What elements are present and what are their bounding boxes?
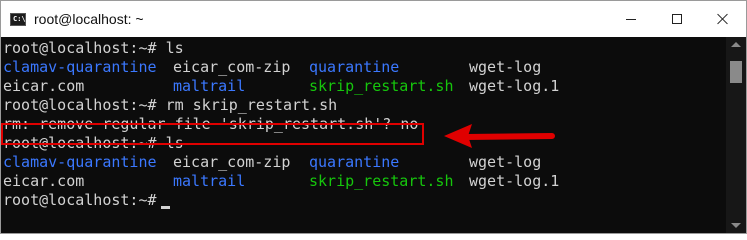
scrollbar-thumb[interactable] — [730, 61, 742, 83]
terminal-output[interactable]: root@localhost:~# ls clamav-quarantine e… — [1, 37, 726, 233]
close-button[interactable] — [700, 1, 746, 37]
highlight-box — [1, 123, 424, 145]
window-title: root@localhost: ~ — [34, 11, 144, 27]
maximize-icon — [672, 14, 682, 24]
directory-entry: clamav-quarantine — [3, 58, 157, 76]
terminal-window: C:\ root@localhost: ~ root@localhost:~# … — [0, 0, 747, 234]
file-entry: wget-log — [469, 58, 542, 76]
directory-entry: quarantine — [309, 153, 400, 171]
close-icon — [717, 13, 729, 25]
file-entry: eicar_com-zip — [173, 58, 291, 76]
directory-entry: clamav-quarantine — [3, 153, 157, 171]
file-entry: eicar.com — [3, 172, 85, 190]
listing-row: eicar.com maltrail skrip_restart.sh wget… — [3, 172, 703, 191]
listing-row: clamav-quarantine eicar_com-zip quaranti… — [3, 58, 703, 77]
text-cursor — [160, 206, 170, 209]
prompt: root@localhost:~# — [3, 191, 157, 209]
command-line: root@localhost:~# ls — [3, 39, 184, 58]
command-line: root@localhost:~# rm skrip_restart.sh — [3, 96, 337, 115]
title-bar[interactable]: C:\ root@localhost: ~ — [1, 1, 746, 37]
file-entry: wget-log.1 — [469, 77, 560, 95]
terminal-icon: C:\ — [10, 12, 26, 26]
maximize-button[interactable] — [654, 1, 700, 37]
command-text: rm skrip_restart.sh — [165, 96, 338, 114]
file-entry: eicar_com-zip — [173, 153, 291, 171]
listing-row: eicar.com maltrail skrip_restart.sh wget… — [3, 77, 703, 96]
listing-row: clamav-quarantine eicar_com-zip quaranti… — [3, 153, 703, 172]
scroll-up-icon[interactable] — [731, 42, 741, 47]
prompt: root@localhost:~# — [3, 39, 157, 57]
command-text: ls — [165, 39, 184, 57]
scroll-down-icon[interactable] — [731, 223, 741, 228]
minimize-button[interactable] — [608, 1, 654, 37]
directory-entry: maltrail — [173, 77, 246, 95]
file-entry: eicar.com — [3, 77, 85, 95]
prompt: root@localhost:~# — [3, 96, 157, 114]
executable-entry: skrip_restart.sh — [309, 77, 454, 95]
minimize-icon — [626, 18, 636, 20]
window-controls — [608, 1, 746, 37]
directory-entry: maltrail — [173, 172, 246, 190]
executable-entry: skrip_restart.sh — [309, 172, 454, 190]
file-entry: wget-log.1 — [469, 172, 560, 190]
arrow-icon — [444, 124, 555, 148]
command-line[interactable]: root@localhost:~# — [3, 191, 170, 210]
file-entry: wget-log — [469, 153, 542, 171]
directory-entry: quarantine — [309, 58, 400, 76]
vertical-scrollbar[interactable] — [726, 37, 746, 233]
